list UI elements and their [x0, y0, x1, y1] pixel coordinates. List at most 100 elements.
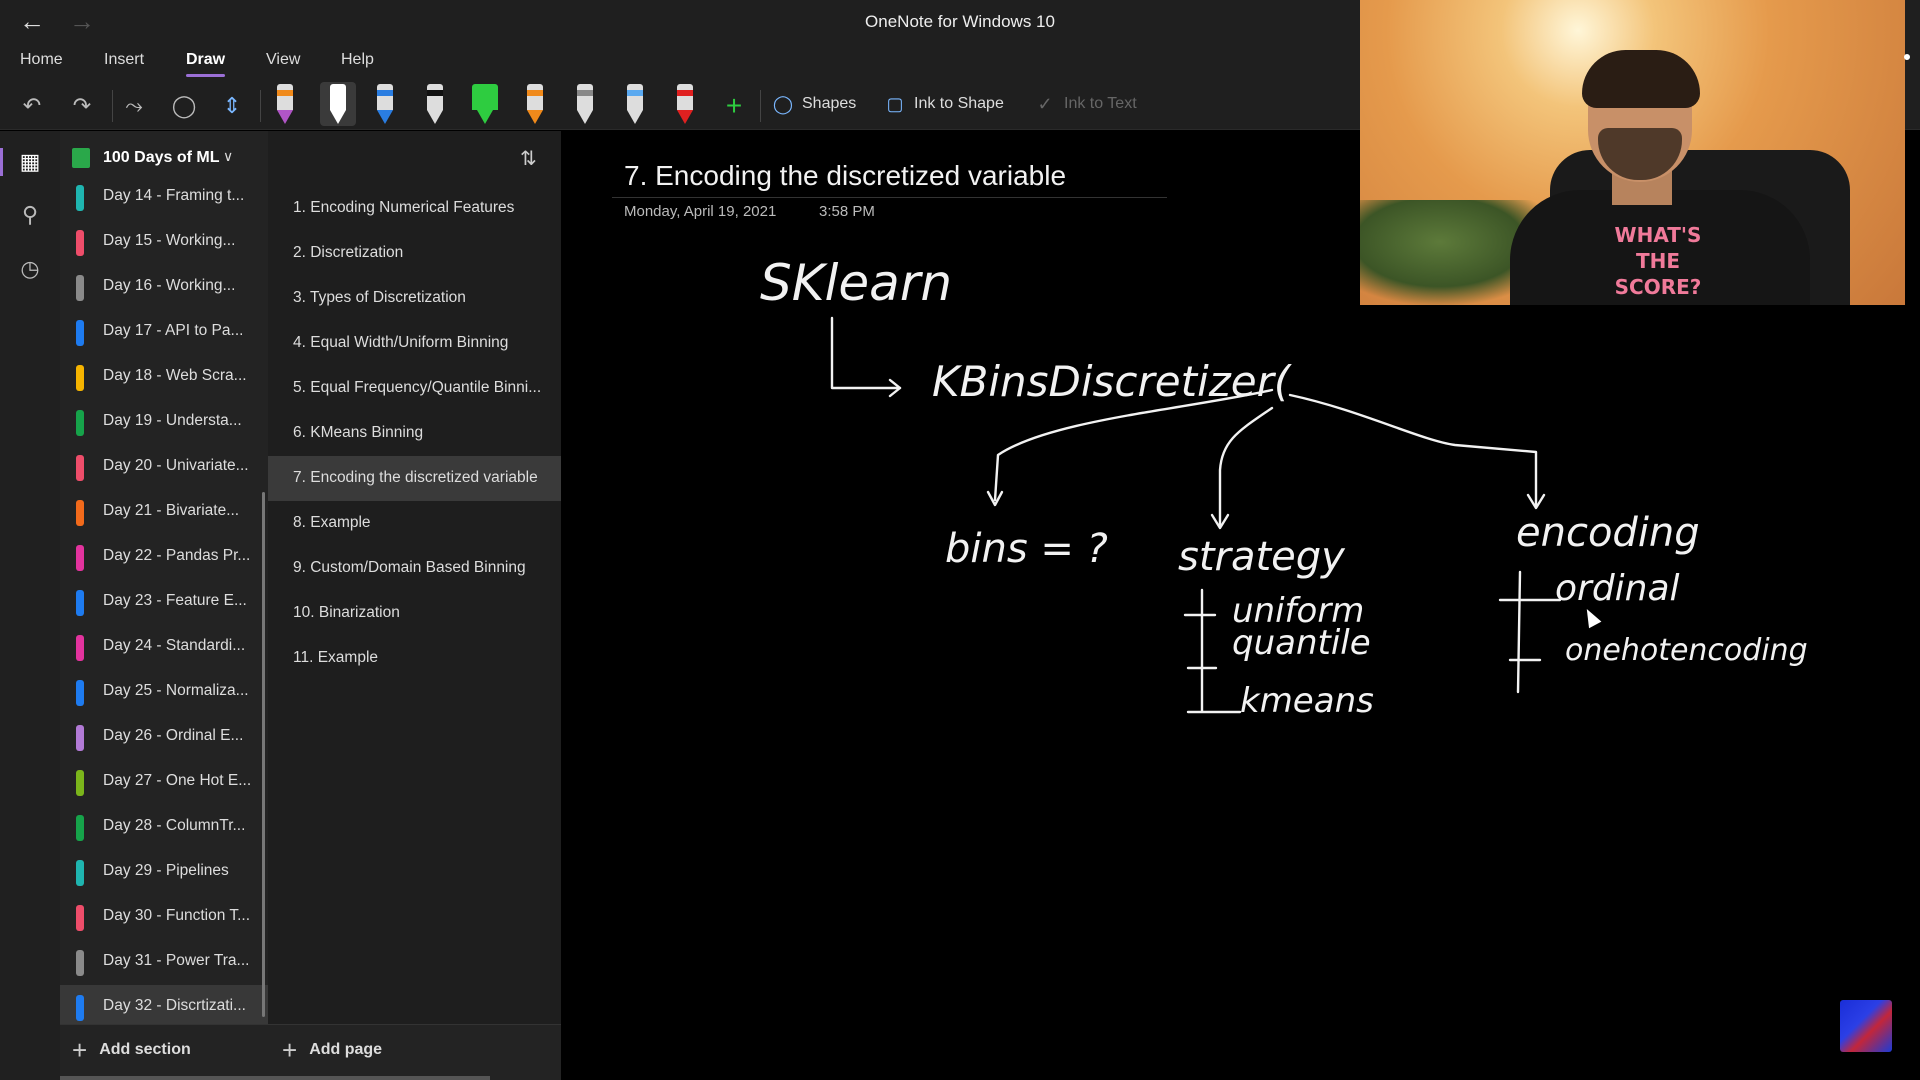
- page-item[interactable]: 3. Types of Discretization: [268, 276, 561, 321]
- type-select-icon[interactable]: ⤳: [118, 90, 150, 122]
- add-page-button[interactable]: + Add page: [282, 1037, 383, 1063]
- section-item[interactable]: Day 18 - Web Scra...: [60, 355, 268, 400]
- highlighter-green-icon[interactable]: [470, 82, 500, 126]
- page-item[interactable]: 1. Encoding Numerical Features: [268, 186, 561, 231]
- add-pen-icon[interactable]: +: [718, 90, 750, 122]
- tab-help[interactable]: Help: [341, 51, 374, 69]
- section-item[interactable]: Day 23 - Feature E...: [60, 580, 268, 625]
- ink-to-text-icon: ✓: [1037, 94, 1053, 114]
- section-item[interactable]: Day 31 - Power Tra...: [60, 940, 268, 985]
- page-item[interactable]: 2. Discretization: [268, 231, 561, 276]
- ink-to-shape-icon: ▢: [886, 94, 904, 114]
- page-item[interactable]: 11. Example: [268, 636, 561, 681]
- page-label: 2. Discretization: [293, 244, 404, 261]
- section-item[interactable]: Day 24 - Standardi...: [60, 625, 268, 670]
- section-item[interactable]: Day 19 - Understa...: [60, 400, 268, 445]
- section-item[interactable]: Day 27 - One Hot E...: [60, 760, 268, 805]
- pen-white-selected-icon[interactable]: [320, 82, 356, 126]
- pencil-gray-icon[interactable]: [570, 82, 600, 126]
- notebook-title: 100 Days of ML: [103, 149, 220, 166]
- section-item[interactable]: Day 30 - Function T...: [60, 895, 268, 940]
- webcam-overlay: WHAT'S THE SCORE?: [1360, 0, 1905, 305]
- undo-icon[interactable]: ↶: [16, 90, 48, 122]
- horizontal-scrollbar[interactable]: [60, 1076, 490, 1080]
- section-color-tab: [76, 815, 84, 841]
- section-item[interactable]: Day 26 - Ordinal E...: [60, 715, 268, 760]
- search-icon[interactable]: ⚲: [14, 199, 46, 231]
- section-label: Day 25 - Normaliza...: [103, 682, 249, 699]
- section-label: Day 14 - Framing t...: [103, 187, 245, 204]
- section-label: Day 15 - Working...: [103, 232, 236, 249]
- section-color-tab: [76, 320, 84, 346]
- edge-marker: [1904, 54, 1910, 60]
- pen-blue-icon[interactable]: [370, 82, 400, 126]
- section-color-tab: [76, 950, 84, 976]
- pen-red-icon[interactable]: [670, 82, 700, 126]
- section-item[interactable]: Day 28 - ColumnTr...: [60, 805, 268, 850]
- page-item[interactable]: 9. Custom/Domain Based Binning: [268, 546, 561, 591]
- section-item[interactable]: Day 29 - Pipelines: [60, 850, 268, 895]
- lasso-select-icon[interactable]: ◯: [168, 90, 200, 122]
- page-title[interactable]: 7. Encoding the discretized variable: [624, 160, 1066, 192]
- section-item[interactable]: Day 20 - Univariate...: [60, 445, 268, 490]
- page-label: 10. Binarization: [293, 604, 400, 621]
- shapes-icon: ◯: [772, 94, 794, 114]
- tab-view[interactable]: View: [266, 51, 300, 69]
- page-item[interactable]: 4. Equal Width/Uniform Binning: [268, 321, 561, 366]
- section-color-tab: [76, 275, 84, 301]
- pen-orange-purple-icon[interactable]: [270, 82, 300, 126]
- tab-home[interactable]: Home: [20, 51, 63, 69]
- section-label: Day 30 - Function T...: [103, 907, 251, 924]
- page-item[interactable]: 5. Equal Frequency/Quantile Binni...: [268, 366, 561, 411]
- tab-draw[interactable]: Draw: [186, 51, 226, 77]
- section-label: Day 28 - ColumnTr...: [103, 817, 246, 834]
- shapes-button[interactable]: ◯ Shapes: [772, 93, 856, 115]
- recent-clock-icon[interactable]: ◷: [14, 253, 46, 285]
- section-item[interactable]: Day 21 - Bivariate...: [60, 490, 268, 535]
- page-label: 7. Encoding the discretized variable: [293, 469, 538, 486]
- section-label: Day 29 - Pipelines: [103, 862, 229, 879]
- page-item[interactable]: 10. Binarization: [268, 591, 561, 636]
- page-list: 1. Encoding Numerical Features 2. Discret…: [268, 186, 561, 681]
- add-section-button[interactable]: + Add section: [72, 1035, 191, 1065]
- section-color-tab: [76, 230, 84, 256]
- sort-pages-icon[interactable]: ⇅: [520, 146, 537, 171]
- page-item[interactable]: 7. Encoding the discretized variable: [268, 456, 561, 501]
- page-item[interactable]: 8. Example: [268, 501, 561, 546]
- section-item[interactable]: Day 15 - Working...: [60, 220, 268, 265]
- section-item[interactable]: Day 14 - Framing t...: [60, 175, 268, 220]
- section-label: Day 31 - Power Tra...: [103, 952, 250, 969]
- section-scrollbar[interactable]: [262, 492, 265, 1017]
- notebook-icon: [72, 148, 90, 168]
- section-label: Day 22 - Pandas Pr...: [103, 547, 251, 564]
- notebook-selector[interactable]: 100 Days of ML ∨: [60, 138, 560, 178]
- section-color-tab: [76, 680, 84, 706]
- section-color-tab: [76, 770, 84, 796]
- page-item[interactable]: 6. KMeans Binning: [268, 411, 561, 456]
- plus-icon: +: [72, 1035, 88, 1065]
- section-label: Day 27 - One Hot E...: [103, 772, 252, 789]
- pen-lightblue-icon[interactable]: [620, 82, 650, 126]
- add-page-label: Add page: [309, 1041, 383, 1058]
- notebooks-icon[interactable]: ▦: [0, 146, 46, 178]
- tab-insert[interactable]: Insert: [104, 51, 144, 69]
- page-label: 6. KMeans Binning: [293, 424, 424, 441]
- section-label: Day 18 - Web Scra...: [103, 367, 247, 384]
- pencil-orange-icon[interactable]: [520, 82, 550, 126]
- section-item[interactable]: Day 17 - API to Pa...: [60, 310, 268, 355]
- ink-to-shape-button[interactable]: ▢ Ink to Shape: [884, 93, 1003, 115]
- page-time: 3:58 PM: [819, 203, 875, 220]
- section-color-tab: [76, 995, 84, 1021]
- ink-to-text-button[interactable]: ✓ Ink to Text: [1034, 93, 1136, 115]
- section-item[interactable]: Day 22 - Pandas Pr...: [60, 535, 268, 580]
- toolbar-divider: [760, 90, 761, 122]
- section-label: Day 16 - Working...: [103, 277, 236, 294]
- presenter-hair: [1582, 50, 1700, 108]
- section-label: Day 21 - Bivariate...: [103, 502, 240, 519]
- pen-black-icon[interactable]: [420, 82, 450, 126]
- section-item[interactable]: Day 25 - Normaliza...: [60, 670, 268, 715]
- redo-icon[interactable]: ↷: [66, 90, 98, 122]
- section-item[interactable]: Day 16 - Working...: [60, 265, 268, 310]
- add-space-icon[interactable]: ⇕: [216, 90, 248, 122]
- section-label: Day 24 - Standardi...: [103, 637, 246, 654]
